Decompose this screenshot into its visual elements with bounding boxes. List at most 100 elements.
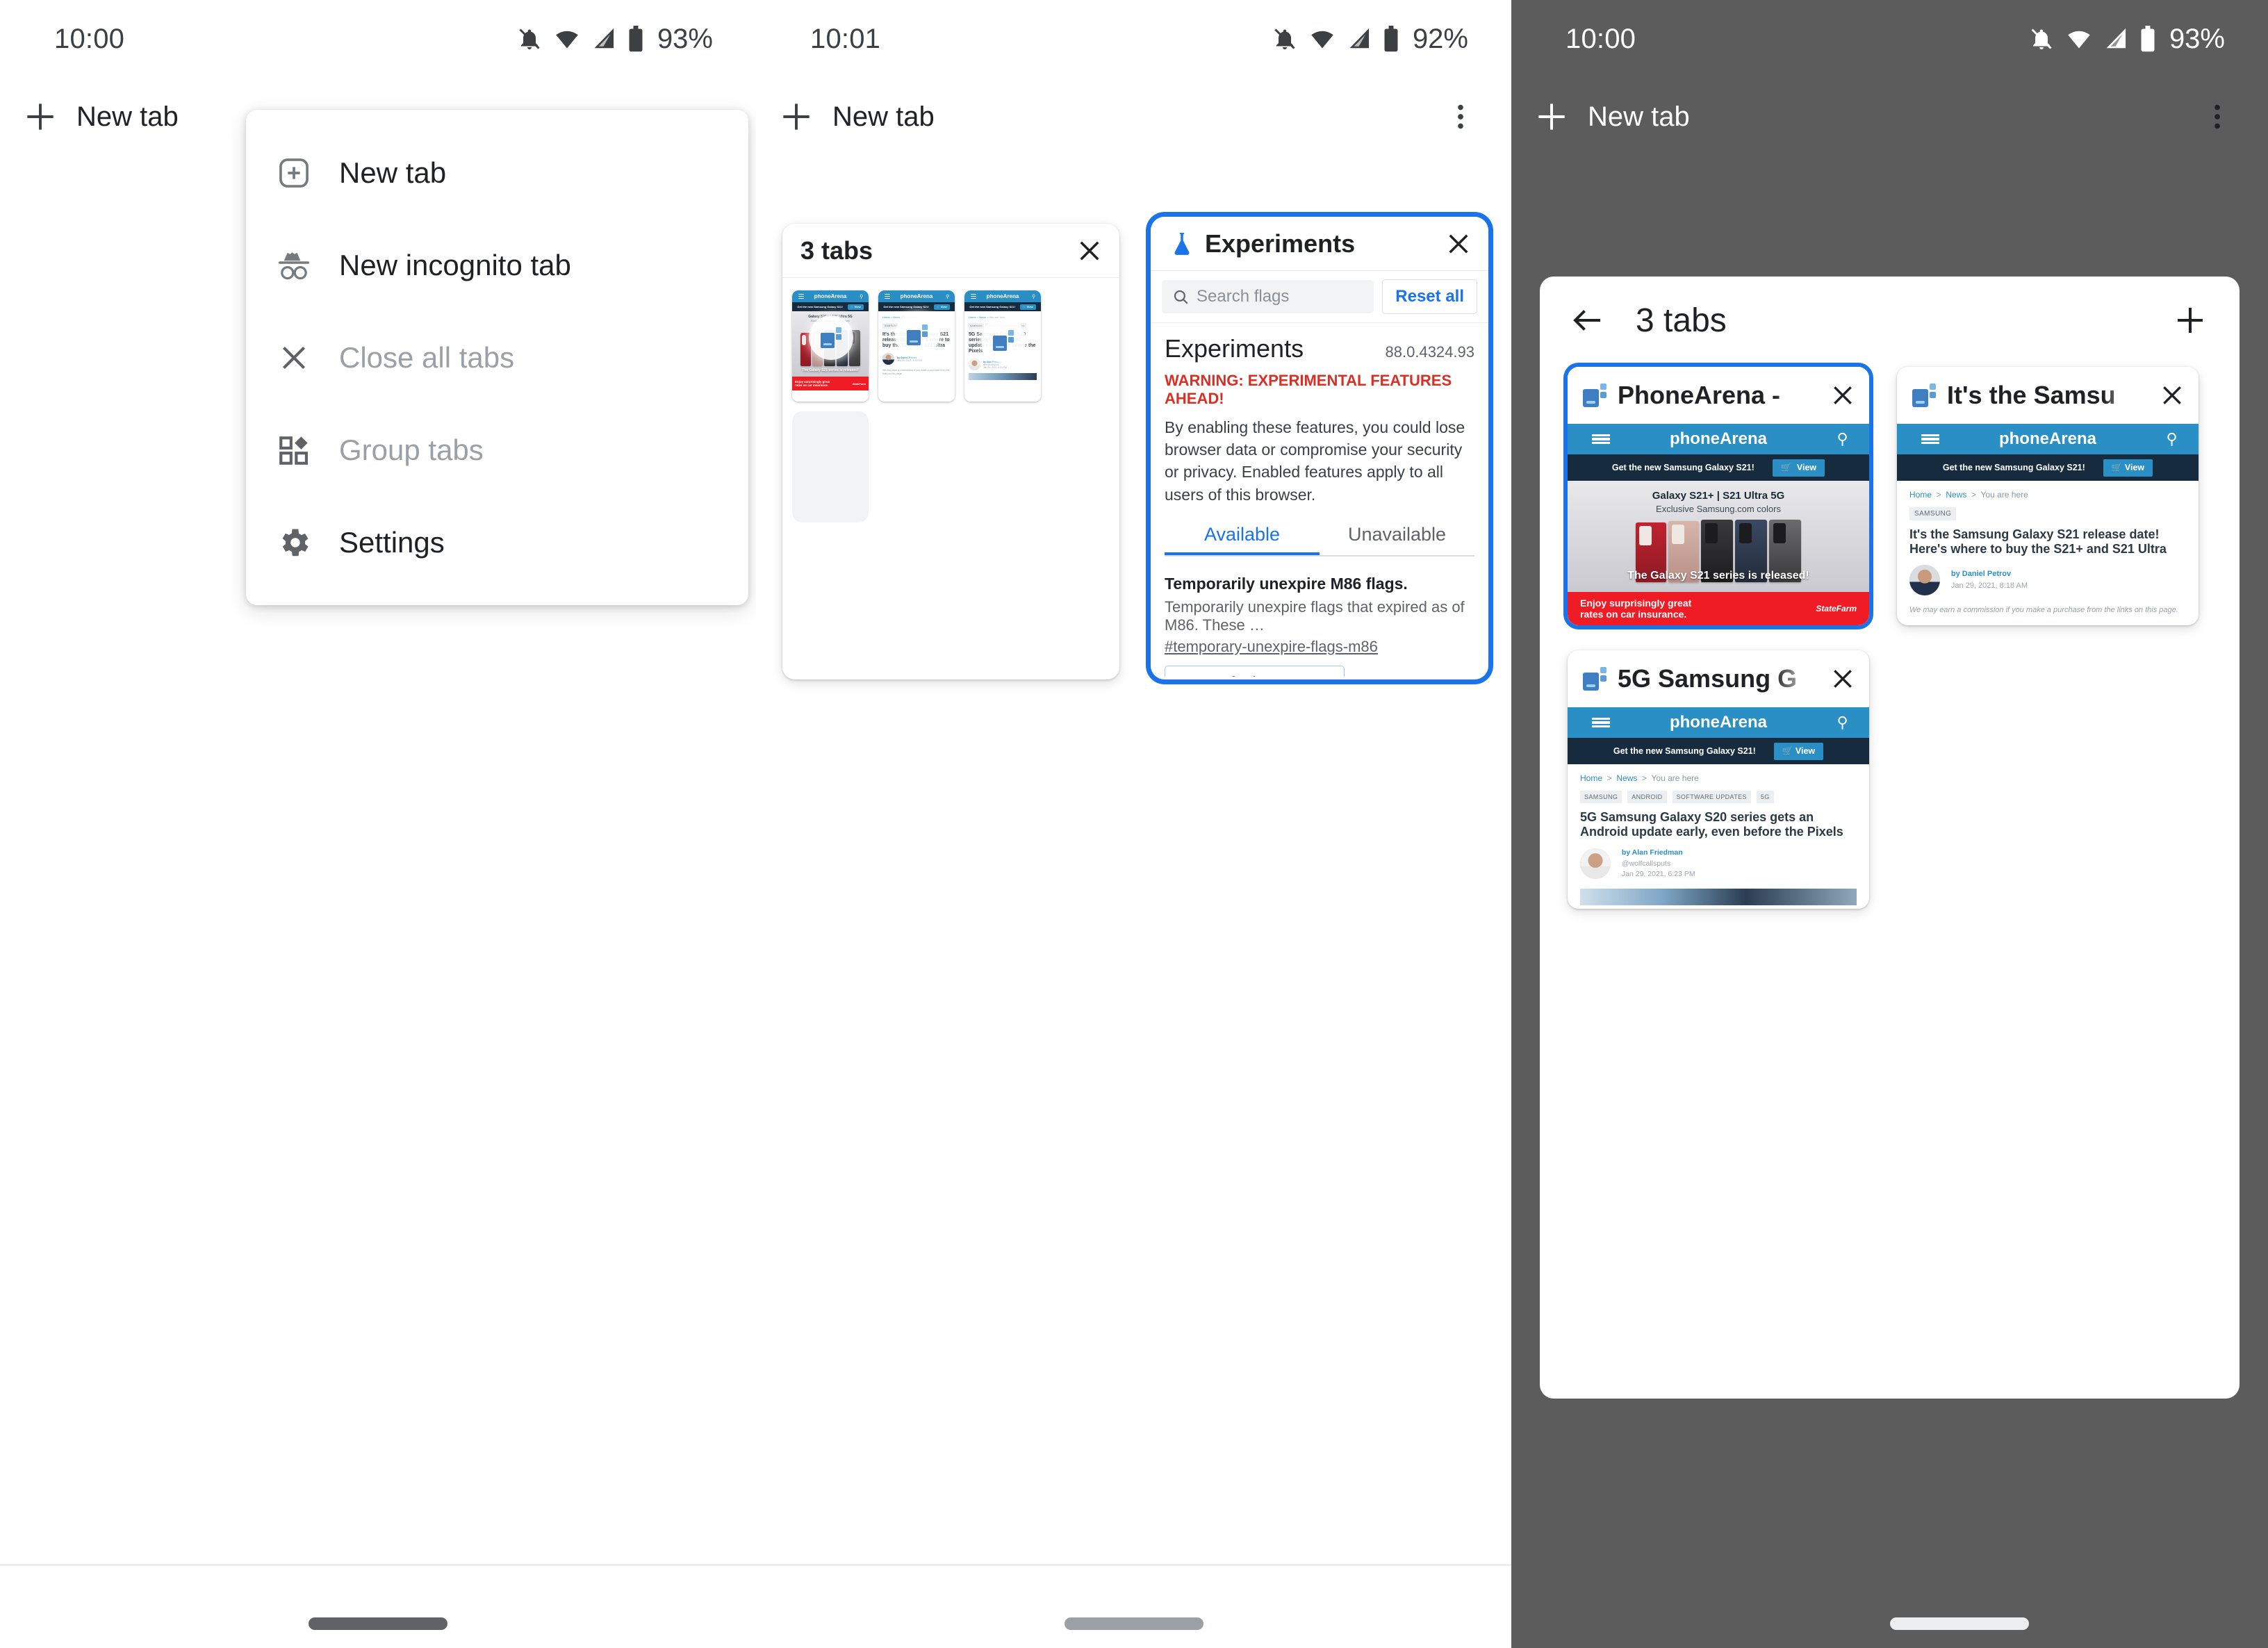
overflow-menu: New tab New incognito tab Close all tabs <box>246 110 748 605</box>
flag-title: Temporarily unexpire M86 flags. <box>1165 574 1408 593</box>
menu-item-group-tabs[interactable]: Group tabs <box>246 404 748 496</box>
nav-divider <box>0 1564 756 1566</box>
more-vertical-icon[interactable] <box>2201 101 2233 133</box>
card-header: 3 tabs <box>782 224 1119 278</box>
card-title: It's the Samsu <box>1947 381 2116 409</box>
site-favicon-icon <box>1583 667 1606 691</box>
article-tag: SOFTWARE UPDATES <box>1672 791 1751 803</box>
flag-select[interactable]: Default ▼ <box>1165 665 1345 677</box>
close-icon[interactable] <box>1829 665 1857 693</box>
hero-line2: Exclusive Samsung.com colors <box>1656 504 1781 514</box>
favicon-bubble <box>809 315 853 360</box>
battery-percent: 92% <box>1412 23 1468 54</box>
promo-button[interactable]: View <box>1797 463 1816 472</box>
flag-description: Temporarily unexpire flags that expired … <box>1165 598 1465 634</box>
battery-icon <box>1384 26 1398 52</box>
tab-card-s20-article[interactable]: 5G Samsung G phoneArena ⚲ Get the new Sa… <box>1568 650 1869 909</box>
search-input[interactable]: Search flags <box>1162 280 1374 313</box>
menu-item-new-tab[interactable]: New tab <box>246 126 748 219</box>
ad-banner[interactable]: Enjoy surprisingly great rates on car in… <box>1568 592 1869 625</box>
tab-card-3-tabs[interactable]: 3 tabs phoneArena ⚲ Get the new Samsung … <box>782 224 1119 679</box>
gesture-pill[interactable] <box>309 1617 447 1630</box>
tab-grid-sheet: 3 tabs PhoneArena - phoneArena ⚲ Get the… <box>1540 277 2240 1399</box>
mini-tab-thumb[interactable]: phoneArena ⚲ Get the new Samsung Galaxy … <box>792 290 869 402</box>
search-placeholder: Search flags <box>1197 287 1290 306</box>
status-bar: 10:00 93% <box>1511 0 2268 78</box>
close-icon[interactable] <box>1444 229 1473 258</box>
favicon-bubble <box>981 318 1026 363</box>
mini-tab-thumb[interactable]: phoneArena ⚲ Get the new Samsung Galaxy … <box>878 290 955 402</box>
article-headline: It's the Samsung Galaxy S21 release date… <box>1909 527 2167 556</box>
promo-text: Get the new Samsung Galaxy S21! <box>1611 463 1755 472</box>
empty-tab-slot <box>792 411 869 522</box>
menu-item-label: Group tabs <box>339 433 484 466</box>
status-bar: 10:00 93% <box>0 0 756 78</box>
reset-all-button[interactable]: Reset all <box>1382 279 1477 314</box>
screen-menu: 10:00 93% New tab New tab New incognito … <box>0 0 756 1648</box>
status-time: 10:01 <box>810 23 881 54</box>
menu-item-close-all-tabs[interactable]: Close all tabs <box>246 311 748 404</box>
card-preview: phoneArena ⚲ Get the new Samsung Galaxy … <box>1568 707 1869 909</box>
gesture-pill[interactable] <box>1890 1617 2029 1630</box>
menu-item-label: Close all tabs <box>339 340 515 374</box>
flag-anchor[interactable]: #temporary-unexpire-flags-m86 <box>1165 638 1474 656</box>
gesture-pill[interactable] <box>1064 1617 1203 1630</box>
group-tabs-icon <box>274 430 314 470</box>
menu-item-new-incognito-tab[interactable]: New incognito tab <box>246 219 748 311</box>
wifi-icon <box>2068 31 2090 49</box>
avatar <box>1580 848 1611 880</box>
battery-icon <box>2141 26 2155 52</box>
tab-card-phonearena[interactable]: PhoneArena - phoneArena ⚲ Get the new Sa… <box>1568 367 1869 625</box>
ad-line2: rates on car insurance. <box>1580 609 1687 620</box>
menu-item-settings[interactable]: Settings <box>246 496 748 588</box>
menu-item-label: Settings <box>339 525 445 559</box>
signal-icon <box>594 28 614 49</box>
back-arrow-icon[interactable] <box>1569 302 1606 339</box>
new-tab-label[interactable]: New tab <box>1588 101 1690 133</box>
flag-select-value: Default <box>1210 673 1260 677</box>
tab-available[interactable]: Available <box>1165 524 1320 555</box>
browser-toolbar: New tab <box>1511 78 2268 156</box>
card-preview: phoneArena ⚲ Get the new Samsung Galaxy … <box>1897 424 2199 625</box>
incognito-icon <box>274 245 314 286</box>
plus-icon[interactable] <box>777 97 816 136</box>
signal-icon <box>2106 28 2126 49</box>
flask-icon <box>1169 231 1195 257</box>
plus-icon[interactable] <box>1532 97 1571 136</box>
search-icon <box>1174 290 1188 304</box>
card-header: It's the Samsu <box>1897 367 2199 424</box>
plus-icon[interactable] <box>2171 302 2209 339</box>
card-title: PhoneArena - <box>1618 381 1781 409</box>
new-tab-icon <box>274 153 314 193</box>
hero-line1: Galaxy S21+ | S21 Ultra 5G <box>1652 490 1785 502</box>
more-vertical-icon[interactable] <box>1445 101 1477 133</box>
close-icon[interactable] <box>1829 381 1857 409</box>
tab-card-s21-article[interactable]: It's the Samsu phoneArena ⚲ Get the new … <box>1897 367 2199 625</box>
tab-card-experiments[interactable]: Experiments Search flags Reset all Exper… <box>1151 217 1488 679</box>
sheet-title: 3 tabs <box>1636 302 1727 339</box>
close-icon <box>274 338 314 378</box>
sheet-header: 3 tabs <box>1540 277 2240 364</box>
wifi-icon <box>1311 31 1333 49</box>
plus-icon[interactable] <box>21 97 60 136</box>
gear-icon <box>274 522 314 563</box>
tab-unavailable[interactable]: Unavailable <box>1320 524 1474 555</box>
mini-tab-thumb[interactable]: phoneArena ⚲ Get the new Samsung Galaxy … <box>964 290 1041 402</box>
favicon-bubble <box>895 313 939 357</box>
card-title: 3 tabs <box>800 236 873 265</box>
avatar <box>1909 564 1940 595</box>
article-tag: 5G <box>1756 791 1774 803</box>
status-icons: 93% <box>2029 24 2225 55</box>
flags-description: By enabling these features, you could lo… <box>1165 418 1465 504</box>
new-tab-label[interactable]: New tab <box>76 101 179 133</box>
flag-entry: Temporarily unexpire M86 flags. Temporar… <box>1165 575 1474 677</box>
status-bar: 10:01 92% <box>756 0 1511 78</box>
flags-tabs: Available Unavailable <box>1165 524 1474 557</box>
article-date: Jan 29, 2021, 6:23 PM <box>1621 870 1695 879</box>
new-tab-label[interactable]: New tab <box>832 101 935 133</box>
ad-line1: Enjoy surprisingly great <box>1580 597 1692 609</box>
close-icon[interactable] <box>2158 381 2186 409</box>
close-icon[interactable] <box>1075 236 1104 265</box>
article-tag: SAMSUNG <box>1909 507 1957 520</box>
card-title: Experiments <box>1205 229 1356 258</box>
